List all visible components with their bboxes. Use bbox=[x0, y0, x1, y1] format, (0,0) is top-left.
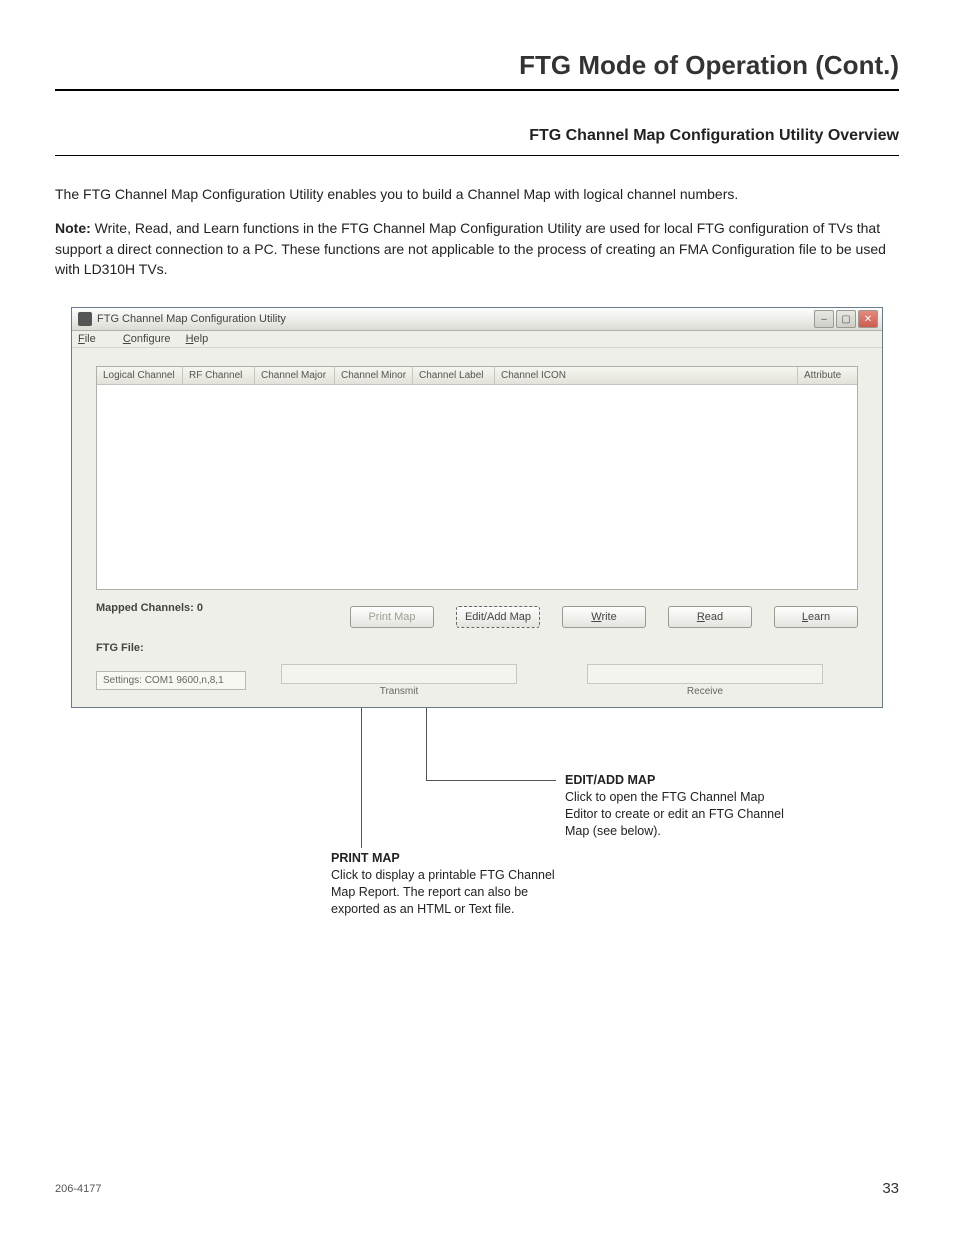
col-attribute[interactable]: Attribute bbox=[797, 367, 857, 384]
transmit-progress bbox=[281, 664, 517, 684]
note-body: Write, Read, and Learn functions in the … bbox=[55, 220, 886, 277]
col-major[interactable]: Channel Major bbox=[255, 367, 335, 384]
learn-button[interactable]: Learn bbox=[774, 606, 858, 628]
print-map-button[interactable]: Print Map bbox=[350, 606, 434, 628]
callout-line-edit-h bbox=[426, 780, 556, 781]
footer-doc-number: 206-4177 bbox=[55, 1183, 102, 1195]
minimize-button[interactable]: – bbox=[814, 310, 834, 328]
paragraph-intro: The FTG Channel Map Configuration Utilit… bbox=[55, 184, 899, 204]
col-rf[interactable]: RF Channel bbox=[183, 367, 255, 384]
write-button[interactable]: Write bbox=[562, 606, 646, 628]
app-icon bbox=[78, 312, 92, 326]
footer-page-number: 33 bbox=[882, 1180, 899, 1197]
maximize-button[interactable]: ▢ bbox=[836, 310, 856, 328]
callout-print: PRINT MAP Click to display a printable F… bbox=[331, 850, 571, 918]
settings-box: Settings: COM1 9600,n,8,1 bbox=[96, 671, 246, 690]
rule-thick bbox=[55, 89, 899, 91]
callout-print-body: Click to display a printable FTG Channel… bbox=[331, 868, 555, 916]
callout-print-title: PRINT MAP bbox=[331, 851, 400, 865]
read-button[interactable]: Read bbox=[668, 606, 752, 628]
close-button[interactable]: ✕ bbox=[858, 310, 878, 328]
menubar: File Configure Help bbox=[72, 331, 882, 348]
menu-configure[interactable]: Configure bbox=[123, 333, 171, 345]
ftg-file-label: FTG File: bbox=[96, 642, 858, 654]
edit-add-map-button[interactable]: Edit/Add Map bbox=[456, 606, 540, 628]
window-title: FTG Channel Map Configuration Utility bbox=[97, 313, 286, 325]
menu-help[interactable]: Help bbox=[186, 333, 209, 345]
callout-line-print-v bbox=[361, 708, 362, 848]
callout-edit-body: Click to open the FTG Channel Map Editor… bbox=[565, 790, 784, 838]
rule-thin bbox=[55, 155, 899, 156]
transmit-label: Transmit bbox=[380, 686, 419, 697]
channel-grid[interactable]: Logical Channel RF Channel Channel Major… bbox=[96, 366, 858, 590]
receive-progress bbox=[587, 664, 823, 684]
col-minor[interactable]: Channel Minor bbox=[335, 367, 413, 384]
grid-header: Logical Channel RF Channel Channel Major… bbox=[97, 367, 857, 385]
client-area: Logical Channel RF Channel Channel Major… bbox=[72, 348, 882, 707]
callout-edit-title: EDIT/ADD MAP bbox=[565, 773, 655, 787]
paragraph-note: Note: Write, Read, and Learn functions i… bbox=[55, 218, 899, 279]
callout-line-edit-v bbox=[426, 708, 427, 780]
section-title: FTG Channel Map Configuration Utility Ov… bbox=[55, 127, 899, 145]
receive-label: Receive bbox=[687, 686, 723, 697]
mapped-channels-label: Mapped Channels: 0 bbox=[96, 602, 203, 614]
menu-file[interactable]: File bbox=[78, 333, 108, 345]
app-window: FTG Channel Map Configuration Utility – … bbox=[71, 307, 883, 708]
col-logical[interactable]: Logical Channel bbox=[97, 367, 183, 384]
callout-edit: EDIT/ADD MAP Click to open the FTG Chann… bbox=[565, 772, 795, 840]
page-title: FTG Mode of Operation (Cont.) bbox=[55, 50, 899, 81]
note-label: Note: bbox=[55, 220, 91, 236]
col-label[interactable]: Channel Label bbox=[413, 367, 495, 384]
titlebar: FTG Channel Map Configuration Utility – … bbox=[72, 308, 882, 331]
